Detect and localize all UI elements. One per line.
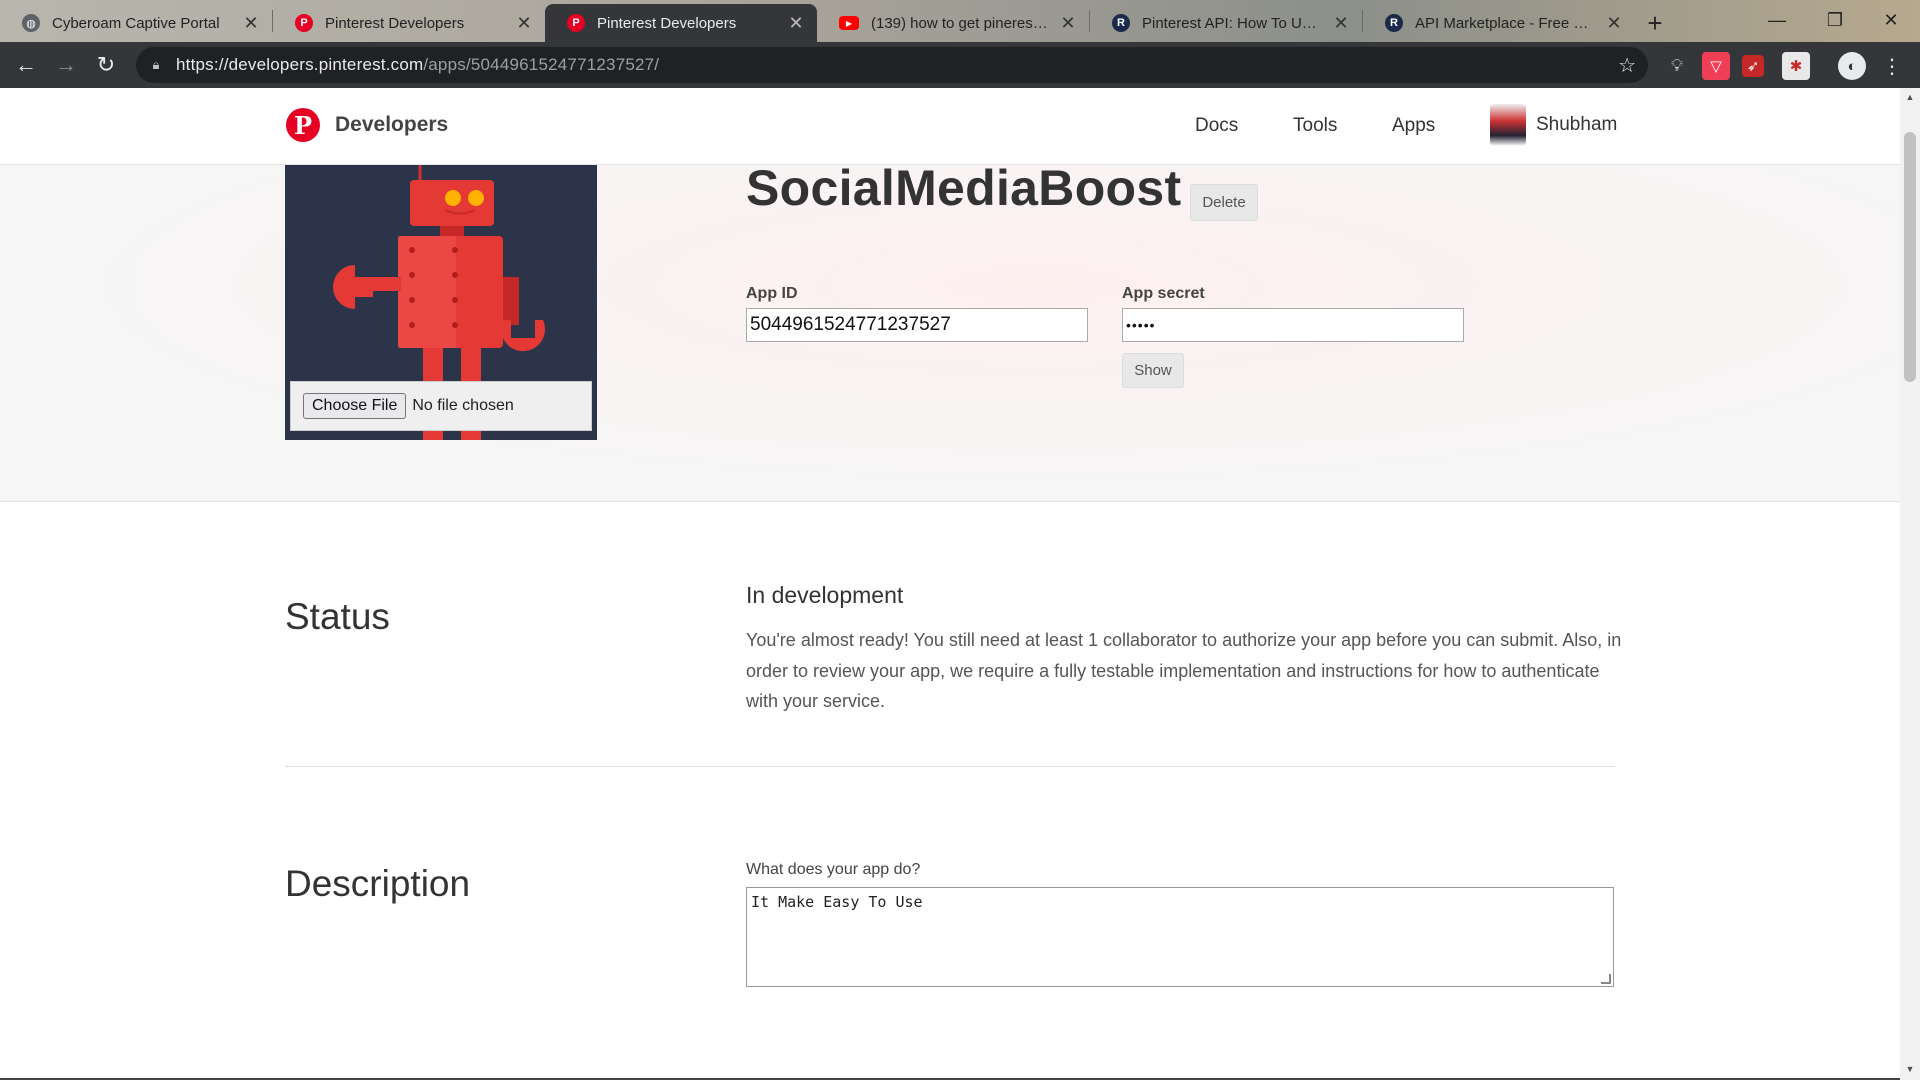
app-image: Choose File No file chosen — [285, 165, 597, 440]
delete-button[interactable]: Delete — [1190, 184, 1258, 221]
tab-pinterest-developers-active[interactable]: P Pinterest Developers ✕ — [545, 4, 817, 42]
close-icon[interactable]: ✕ — [1057, 13, 1079, 34]
description-value: It Make Easy To Use — [751, 893, 923, 911]
address-bar[interactable]: 🔒︎ https://developers.pinterest.com/apps… — [136, 47, 1648, 83]
app-secret-field[interactable]: ••••• — [1122, 308, 1464, 342]
file-status: No file chosen — [412, 397, 514, 414]
nav-tools[interactable]: Tools — [1293, 115, 1337, 137]
app-secret-label: App secret — [1122, 285, 1205, 302]
rapidapi-icon: R — [1385, 14, 1403, 32]
status-state: In development — [746, 582, 904, 608]
forward-icon[interactable]: → — [46, 45, 86, 85]
new-tab-button[interactable]: + — [1635, 4, 1675, 42]
url-text[interactable]: https://developers.pinterest.com/apps/50… — [176, 55, 659, 75]
close-icon[interactable]: ✕ — [240, 13, 262, 34]
tab-title: Pinterest Developers — [325, 14, 465, 32]
site-header: P Developers Docs Tools Apps Shubham — [0, 88, 1900, 165]
pinterest-logo-icon[interactable]: P — [286, 108, 320, 142]
section-divider — [285, 766, 1615, 767]
tab-pinterest-developers-1[interactable]: P Pinterest Developers ✕ — [273, 4, 545, 42]
lock-icon: 🔒︎ — [152, 57, 160, 72]
tab-youtube[interactable]: ▶ (139) how to get pinerest api ✕ — [817, 4, 1089, 42]
status-message: You're almost ready! You still need at l… — [746, 630, 1622, 711]
youtube-icon: ▶ — [839, 16, 859, 30]
app-name: SocialMediaBoost — [746, 160, 1182, 216]
description-title: Description — [285, 863, 471, 904]
nav-apps[interactable]: Apps — [1392, 115, 1435, 137]
page-viewport: P Developers Docs Tools Apps Shubham Cho… — [0, 88, 1900, 1080]
bookmark-star-icon[interactable]: ☆ — [1618, 53, 1636, 78]
close-icon[interactable]: ✕ — [513, 13, 535, 34]
tab-title: (139) how to get pinerest api — [871, 14, 1051, 32]
close-icon[interactable]: ✕ — [1330, 13, 1352, 34]
restore-icon[interactable]: ❐ — [1806, 0, 1864, 40]
pinterest-icon: P — [567, 14, 585, 32]
choose-file-button[interactable]: Choose File — [303, 393, 407, 419]
nav-docs[interactable]: Docs — [1195, 115, 1238, 137]
user-name: Shubham — [1536, 114, 1618, 135]
minimize-icon[interactable]: — — [1748, 0, 1806, 40]
pocket-extension-icon[interactable]: ▽ — [1702, 52, 1730, 80]
window-close-icon[interactable]: ✕ — [1862, 0, 1920, 40]
status-title: Status — [285, 596, 390, 637]
close-icon[interactable]: ✕ — [1603, 13, 1625, 34]
description-textarea[interactable]: It Make Easy To Use — [746, 887, 1614, 987]
file-picker: Choose File No file chosen — [290, 381, 592, 431]
app-id-field[interactable]: 5044961524771237527 — [746, 308, 1088, 342]
resize-handle[interactable] — [1601, 974, 1611, 984]
globe-icon: ◍ — [22, 14, 40, 32]
rapidapi-icon: R — [1112, 14, 1130, 32]
tab-title: API Marketplace - Free Public — [1415, 14, 1597, 32]
lightbulb-extension-icon[interactable]: 💡︎ — [1663, 52, 1691, 80]
description-prompt: What does your app do? — [746, 861, 921, 878]
reload-icon[interactable]: ↻ — [86, 45, 126, 85]
brand-name[interactable]: Developers — [335, 113, 448, 137]
show-secret-button[interactable]: Show — [1122, 353, 1184, 388]
page-scrollbar[interactable]: ▲ ▼ — [1900, 88, 1920, 1080]
pinterest-icon: P — [295, 14, 313, 32]
scroll-down-icon[interactable]: ▼ — [1905, 1064, 1915, 1074]
pinterest-save-extension-icon[interactable]: ✱ — [1782, 52, 1810, 80]
tab-title: Cyberoam Captive Portal — [52, 14, 220, 32]
avatar — [1490, 104, 1526, 146]
tab-rapidapi-marketplace[interactable]: R API Marketplace - Free Public ✕ — [1363, 4, 1635, 42]
tab-rapidapi-pinterest[interactable]: R Pinterest API: How To Use the ✕ — [1090, 4, 1362, 42]
app-id-label: App ID — [746, 285, 798, 302]
tab-title: Pinterest Developers — [597, 14, 737, 32]
menu-kebab-icon[interactable]: ⋮ — [1878, 52, 1906, 80]
tab-title: Pinterest API: How To Use the — [1142, 14, 1324, 32]
tab-cyberoam[interactable]: ◍ Cyberoam Captive Portal ✕ — [0, 4, 272, 42]
user-menu[interactable]: Shubham — [1490, 104, 1617, 146]
browser-toolbar: ← → ↻ 🔒︎ https://developers.pinterest.co… — [0, 42, 1920, 88]
scroll-up-icon[interactable]: ▲ — [1905, 92, 1915, 102]
scroll-thumb[interactable] — [1904, 132, 1916, 382]
tab-strip: ◍ Cyberoam Captive Portal ✕ P Pinterest … — [0, 0, 1920, 42]
rocket-extension-icon[interactable]: ➶ — [1742, 55, 1764, 77]
close-icon[interactable]: ✕ — [785, 13, 807, 34]
app-hero: Choose File No file chosen SocialMediaBo… — [0, 160, 1900, 502]
profile-avatar-icon[interactable]: ◐ — [1838, 52, 1866, 80]
back-icon[interactable]: ← — [6, 45, 46, 85]
